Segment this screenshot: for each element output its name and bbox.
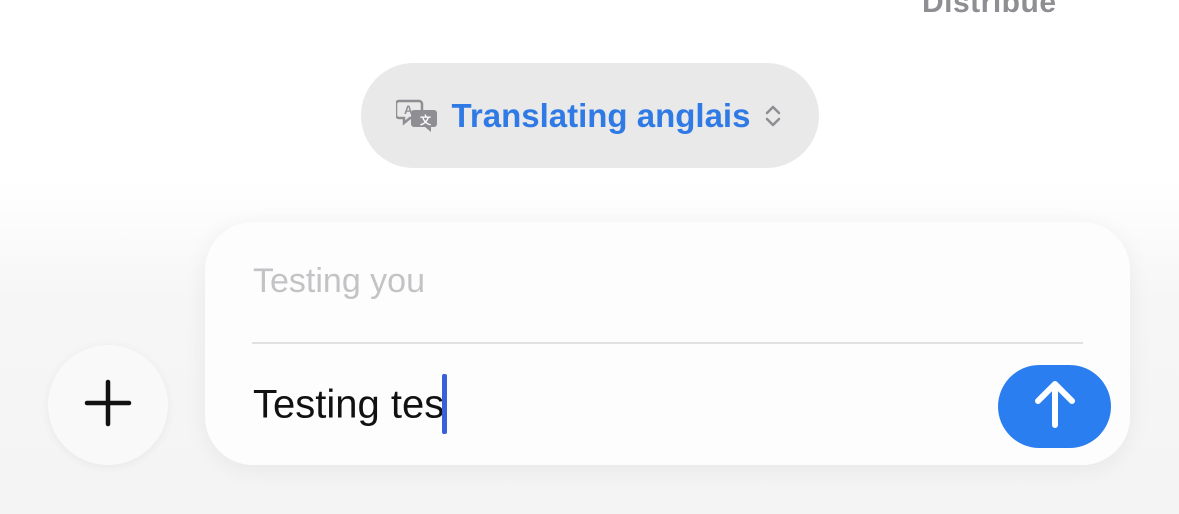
message-input[interactable]: Testing tes [253,374,448,437]
translation-mode-button[interactable]: A 文 Translating anglais [361,63,819,168]
divider [252,342,1083,344]
text-cursor [442,374,448,434]
translation-mode-label: Translating anglais [451,96,751,134]
svg-text:文: 文 [420,113,432,127]
translate-icon: A 文 [394,98,440,134]
translation-preview: Testing you [253,262,425,300]
plus-icon [83,378,133,433]
add-attachment-button[interactable] [48,345,168,465]
send-button[interactable] [998,365,1111,448]
partial-top-label: Distribue [922,0,1057,19]
messages-compose-screen: Distribue A 文 Translating anglais Testin… [0,0,1179,514]
arrow-up-icon [1032,379,1078,434]
compose-field: Testing you Testing tes [205,222,1130,465]
chevron-updown-icon [762,102,784,130]
message-input-text: Testing tes [253,382,445,427]
